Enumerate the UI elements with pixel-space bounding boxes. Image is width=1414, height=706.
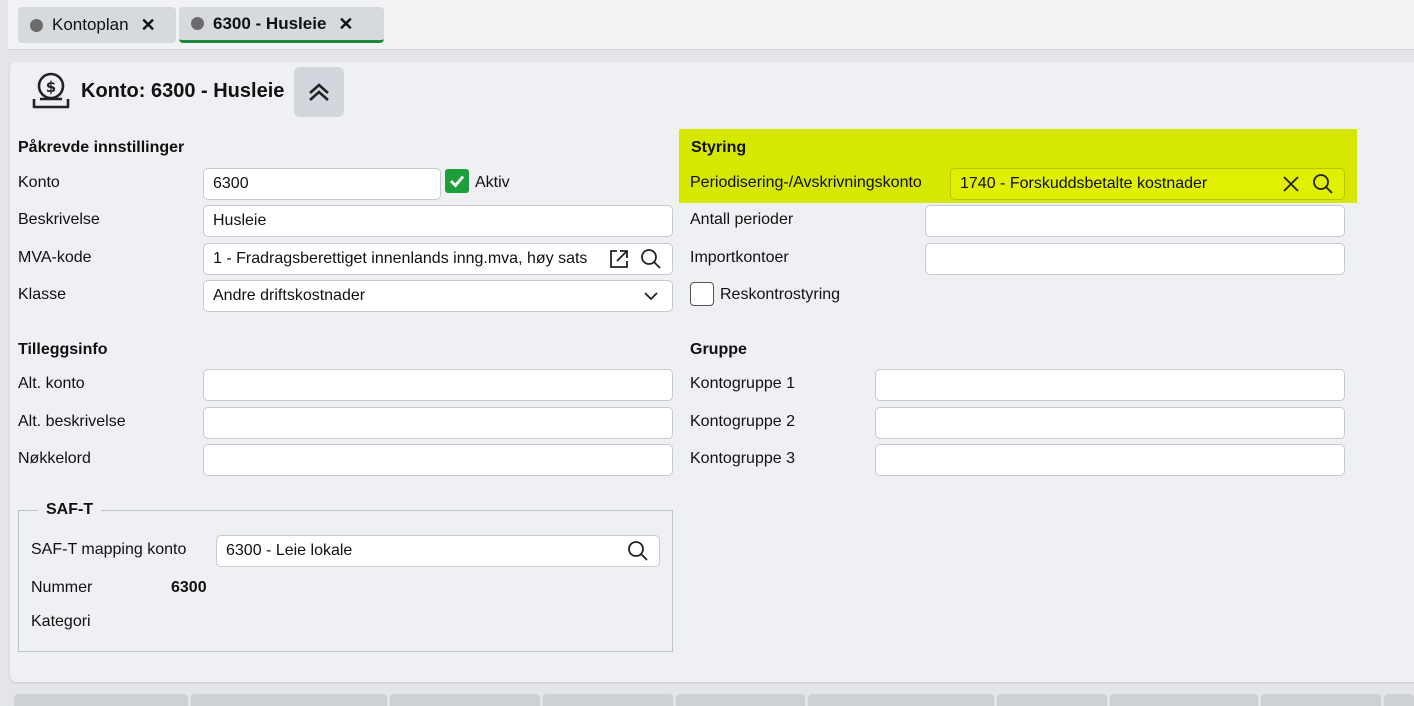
checkmark-icon [450,175,465,188]
saft-mapping-input[interactable]: 6300 - Leie lokale [216,535,660,567]
page-title: Konto: 6300 - Husleie [81,80,285,102]
saft-mapping-label: SAF-T mapping konto [31,541,187,558]
chevron-down-icon [639,284,663,308]
kontogruppe-2-input[interactable] [875,407,1345,439]
klasse-select[interactable]: Andre driftskostnader [203,280,673,312]
close-icon[interactable]: ✕ [141,16,156,34]
konto-input[interactable]: 6300 [203,168,441,200]
collapse-button[interactable] [294,67,344,117]
reskontrostyring-checkbox[interactable] [690,282,714,306]
reskontrostyring-label: Reskontrostyring [720,286,841,303]
konto-label: Konto [18,174,60,191]
money-coin-icon: $ [32,72,70,109]
tab-6300-husleie[interactable]: 6300 - Husleie ✕ [179,7,384,43]
section-title-required: Påkrevde innstillinger [18,139,185,156]
styring-highlight: Styring Periodisering-/Avskrivningskonto… [679,129,1357,203]
klasse-label: Klasse [18,286,67,303]
tab-label: Kontoplan [52,15,129,34]
nokkelord-input[interactable] [203,444,673,476]
importkontoer-input[interactable] [925,243,1345,275]
open-external-icon[interactable] [607,247,631,271]
section-title-styring: Styring [691,139,747,156]
bottom-tab[interactable] [1110,694,1258,706]
alt-konto-label: Alt. konto [18,375,85,392]
periodisering-label: Periodisering-/Avskrivningskonto [690,174,922,191]
aktiv-label: Aktiv [475,174,510,191]
tab-kontoplan[interactable]: Kontoplan ✕ [18,7,176,43]
periodisering-input[interactable]: 1740 - Forskuddsbetalte kostnader [950,168,1345,200]
tab-label: 6300 - Husleie [213,13,327,33]
nummer-value: 6300 [171,579,207,596]
search-icon[interactable] [639,247,663,271]
bottom-tab[interactable] [191,694,387,706]
bottom-tab[interactable] [676,694,805,706]
bottom-tab[interactable] [997,694,1107,706]
svg-text:$: $ [46,78,56,96]
kontogruppe-3-input[interactable] [875,444,1345,476]
search-icon[interactable] [1311,172,1335,196]
close-icon[interactable]: ✕ [338,15,353,33]
search-icon[interactable] [626,539,650,563]
bottom-tab[interactable] [1261,694,1381,706]
antall-perioder-input[interactable] [925,205,1345,237]
beskrivelse-label: Beskrivelse [18,211,100,228]
beskrivelse-input[interactable]: Husleie [203,205,673,237]
antall-perioder-label: Antall perioder [690,211,794,228]
bottom-tab[interactable] [14,694,188,706]
mva-label: MVA-kode [18,249,92,266]
saft-legend: SAF-T [38,501,102,519]
kontogruppe-1-label: Kontogruppe 1 [690,375,795,392]
tab-bar: Kontoplan ✕ 6300 - Husleie ✕ [8,0,1414,50]
account-panel: $ Konto: 6300 - Husleie Påkrevde innstil… [10,62,1414,682]
bottom-tab[interactable] [1384,694,1414,706]
saft-fieldset [18,510,673,652]
alt-beskrivelse-input[interactable] [203,407,673,439]
section-title-gruppe: Gruppe [690,341,747,358]
importkontoer-label: Importkontoer [690,249,789,266]
nokkelord-label: Nøkkelord [18,450,91,467]
kontogruppe-1-input[interactable] [875,369,1345,401]
status-dot-icon [191,17,204,30]
clear-icon[interactable] [1279,172,1303,196]
bottom-tab[interactable] [808,694,994,706]
kategori-label: Kategori [31,613,91,630]
aktiv-checkbox[interactable] [445,169,469,193]
alt-beskrivelse-label: Alt. beskrivelse [18,413,126,430]
chevron-double-up-icon [309,83,329,101]
kontogruppe-3-label: Kontogruppe 3 [690,450,795,467]
bottom-tab[interactable] [390,694,540,706]
bottom-tab[interactable] [543,694,673,706]
mva-input[interactable]: 1 - Fradragsberettiget innenlands inng.m… [203,243,673,275]
section-title-tilleggsinfo: Tilleggsinfo [18,341,108,358]
kontogruppe-2-label: Kontogruppe 2 [690,413,795,430]
status-dot-icon [30,18,43,32]
nummer-label: Nummer [31,579,93,596]
alt-konto-input[interactable] [203,369,673,401]
